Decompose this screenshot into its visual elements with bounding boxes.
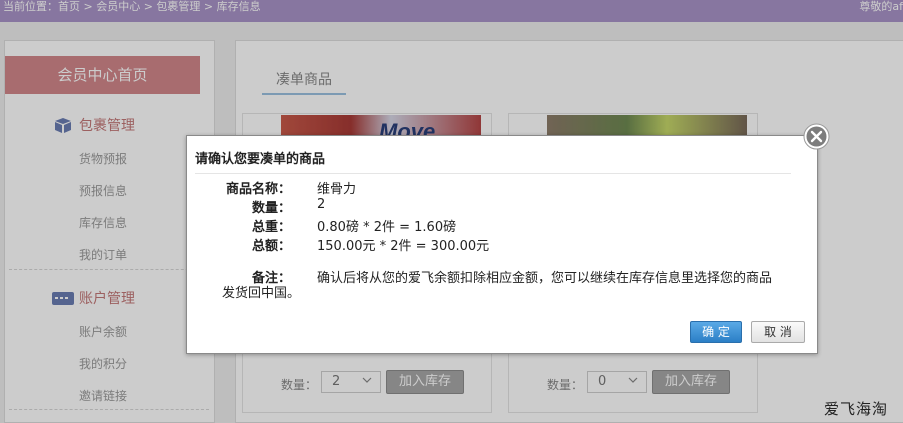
field-value: 0.80磅 * 2件 = 1.60磅 — [317, 220, 457, 235]
site-watermark: 爱飞海淘 — [824, 400, 889, 418]
field-label: 数量： — [251, 201, 291, 216]
field-label: 总重： — [251, 220, 291, 235]
field-value: 150.00元 * 2件 = 300.00元 — [317, 239, 490, 254]
dialog-title: 请确认您要凑单的商品 — [195, 152, 326, 167]
confirm-dialog: 请确认您要凑单的商品 商品名称： 维骨力 数量： 2 总重： 0.80磅 * 2… — [186, 135, 818, 354]
dialog-divider — [195, 173, 791, 174]
note-text-continued: 发货回中国。 — [222, 286, 301, 301]
field-label: 商品名称： — [225, 182, 291, 197]
field-value: 维骨力 — [317, 182, 357, 197]
note-text: 确认后将从您的爱飞余额扣除相应金额，您可以继续在库存信息里选择您的商品 — [317, 271, 773, 286]
confirm-button[interactable]: 确 定 — [690, 321, 742, 343]
field-label: 总额： — [251, 239, 291, 254]
cancel-button[interactable]: 取 消 — [751, 321, 805, 343]
field-value: 2 — [317, 197, 326, 212]
close-icon[interactable] — [803, 123, 830, 150]
